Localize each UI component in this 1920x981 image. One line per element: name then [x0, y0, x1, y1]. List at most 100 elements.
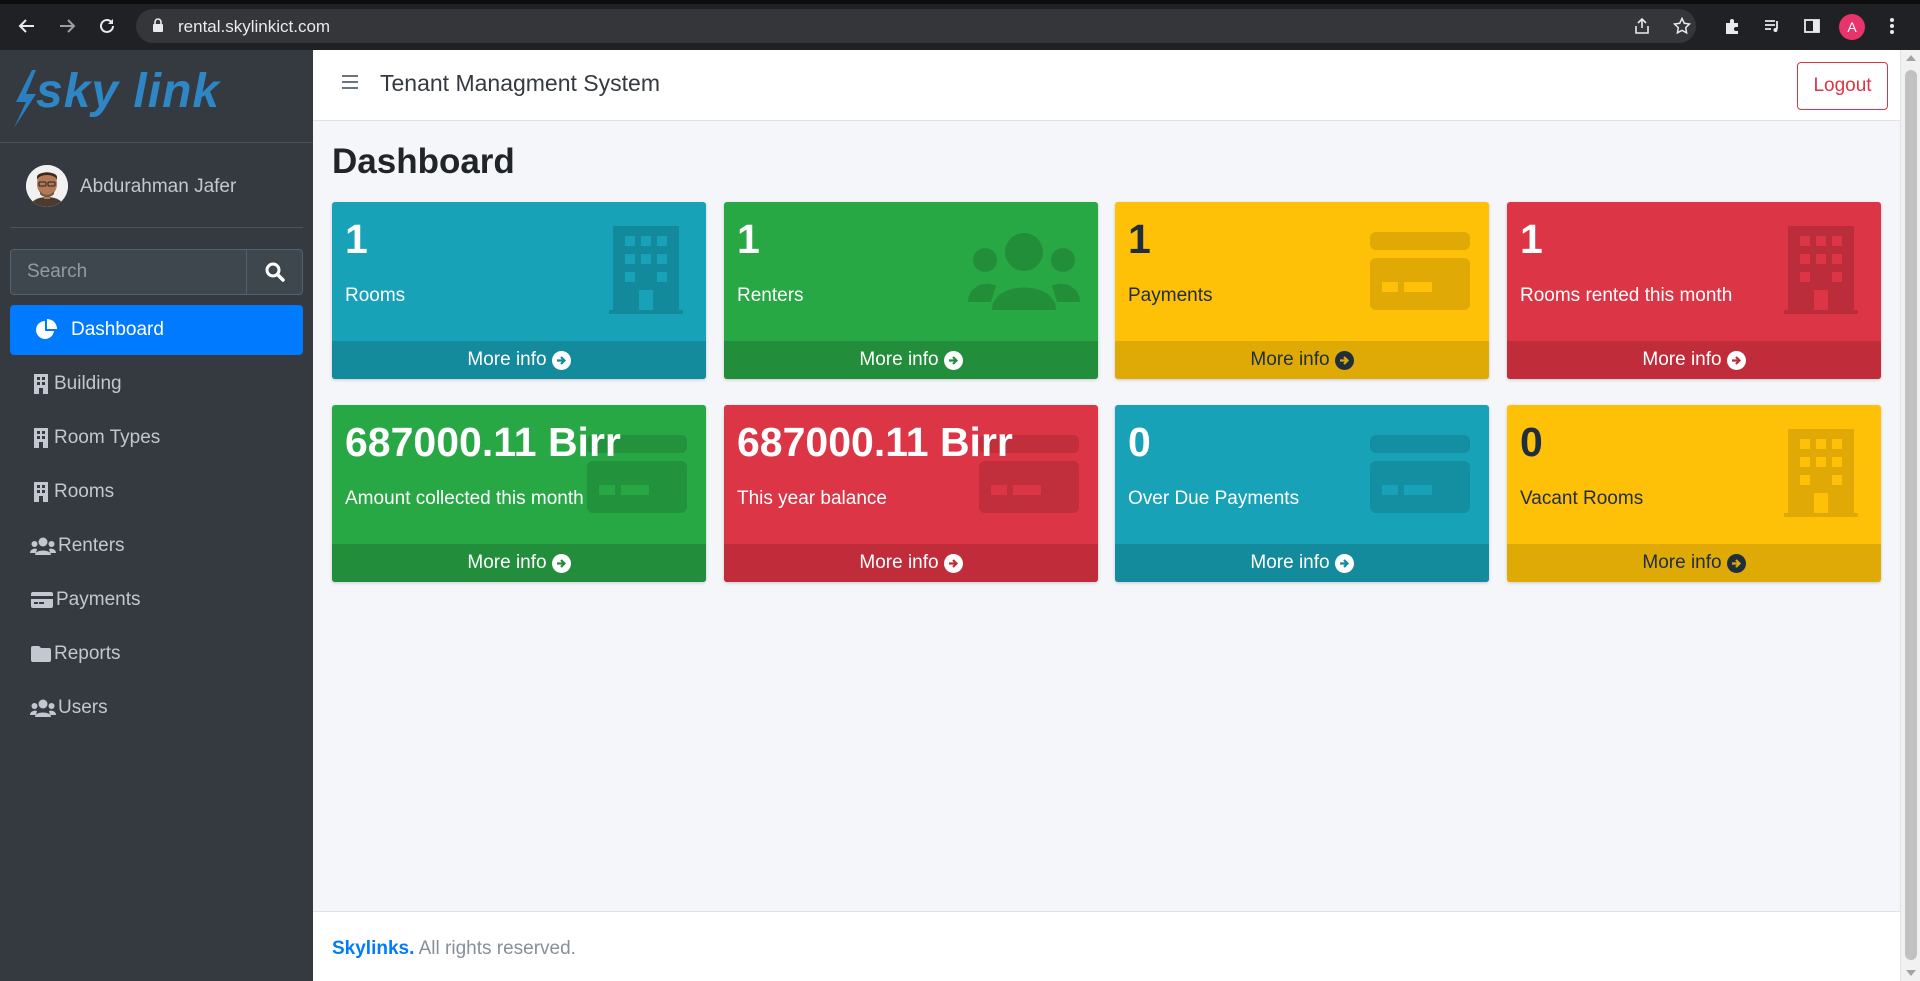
- stat-box-rooms-rented: 1 Rooms rented this month More info: [1507, 202, 1881, 379]
- profile-avatar[interactable]: A: [1839, 14, 1865, 40]
- sidebar-item-reports[interactable]: Reports: [10, 629, 303, 679]
- credit-card-icon: [1370, 232, 1470, 310]
- stat-box-amount-collected: 687000.11 Birr Amount collected this mon…: [332, 405, 706, 582]
- user-panel[interactable]: Abdurahman Jafer: [10, 143, 303, 228]
- stat-value: 1: [1520, 216, 1543, 262]
- back-icon[interactable]: [12, 12, 42, 40]
- scroll-thumb[interactable]: [1905, 70, 1917, 960]
- stat-value: 1: [1128, 216, 1151, 262]
- sidebar-item-rooms[interactable]: Rooms: [10, 467, 303, 517]
- more-info-link[interactable]: More info: [1507, 341, 1881, 379]
- more-info-link[interactable]: More info: [724, 544, 1098, 582]
- sidebar-item-label: Dashboard: [71, 319, 164, 340]
- media-icon[interactable]: [1758, 12, 1786, 40]
- reload-icon[interactable]: [92, 12, 122, 40]
- search-button[interactable]: [246, 249, 303, 295]
- stat-box-rooms: 1 Rooms More info: [332, 202, 706, 379]
- app-title[interactable]: Tenant Managment System: [380, 70, 660, 97]
- more-info-label: More info: [467, 349, 547, 370]
- building-icon: [30, 481, 52, 503]
- search-input[interactable]: [10, 249, 246, 295]
- stat-value: 687000.11 Birr: [345, 419, 621, 465]
- building-icon: [30, 427, 52, 449]
- sidebar-item-label: Renters: [58, 535, 125, 556]
- footer-rights: All rights reserved.: [414, 938, 576, 959]
- sidebar-item-dashboard[interactable]: Dashboard: [10, 305, 303, 355]
- more-info-label: More info: [1250, 349, 1330, 370]
- more-info-link[interactable]: More info: [1507, 544, 1881, 582]
- logout-button[interactable]: Logout: [1797, 62, 1888, 110]
- sidebar-item-label: Reports: [54, 643, 121, 664]
- avatar: [26, 165, 68, 207]
- building-icon: [1784, 429, 1858, 517]
- sidebar-item-room-types[interactable]: Room Types: [10, 413, 303, 463]
- sidebar-item-payments[interactable]: Payments: [10, 575, 303, 625]
- stat-value: 687000.11 Birr: [737, 419, 1013, 465]
- stat-box-renters: 1 Renters More info: [724, 202, 1098, 379]
- credit-card-icon: [30, 589, 54, 611]
- scroll-up-icon[interactable]: [1906, 55, 1916, 61]
- stat-value: 0: [1520, 419, 1543, 465]
- users-icon: [968, 233, 1080, 310]
- sidebar-search: [10, 249, 303, 295]
- credit-card-icon: [1370, 435, 1470, 513]
- address-bar[interactable]: rental.skylinkict.com: [136, 9, 1696, 43]
- more-info-link[interactable]: More info: [1115, 544, 1489, 582]
- bookmark-star-icon[interactable]: [1668, 12, 1696, 40]
- sidebar-item-renters[interactable]: Renters: [10, 521, 303, 571]
- stat-box-payments: 1 Payments More info: [1115, 202, 1489, 379]
- tab-strip: [0, 0, 1920, 4]
- users-icon: [30, 697, 56, 719]
- arrow-circle-right-icon: [1334, 553, 1354, 573]
- sidebar-item-label: Users: [58, 697, 108, 718]
- sidebar-item-label: Payments: [56, 589, 141, 610]
- scroll-down-icon[interactable]: [1906, 970, 1916, 976]
- sidebar-nav: Dashboard Building Room Types Rooms Rent…: [10, 305, 303, 737]
- building-icon: [1784, 226, 1858, 314]
- more-info-link[interactable]: More info: [724, 341, 1098, 379]
- building-icon: [30, 373, 52, 395]
- brand-link[interactable]: sky link: [0, 50, 313, 143]
- extensions-icon[interactable]: [1718, 12, 1746, 40]
- stat-value: 1: [345, 216, 368, 262]
- arrow-circle-right-icon: [1334, 350, 1354, 370]
- top-navbar: Tenant Managment System Logout: [313, 50, 1900, 121]
- more-info-link[interactable]: More info: [332, 341, 706, 379]
- stat-box-year-balance: 687000.11 Birr This year balance More in…: [724, 405, 1098, 582]
- stat-label: This year balance: [737, 488, 887, 509]
- page-scrollbar[interactable]: [1900, 50, 1920, 981]
- more-info-label: More info: [1642, 552, 1722, 573]
- arrow-circle-right-icon: [551, 350, 571, 370]
- arrow-circle-right-icon: [551, 553, 571, 573]
- building-icon: [609, 226, 683, 314]
- stat-label: Vacant Rooms: [1520, 488, 1644, 509]
- more-info-label: More info: [859, 349, 939, 370]
- forward-icon[interactable]: [52, 12, 82, 40]
- menu-toggle-icon[interactable]: [341, 73, 365, 97]
- more-info-label: More info: [859, 552, 939, 573]
- sidebar-item-label: Room Types: [54, 427, 161, 448]
- arrow-circle-right-icon: [1726, 350, 1746, 370]
- stat-label: Amount collected this month: [345, 488, 584, 509]
- users-icon: [30, 535, 56, 557]
- share-icon[interactable]: [1628, 12, 1656, 40]
- chart-pie-icon: [35, 319, 57, 341]
- stat-box-vacant-rooms: 0 Vacant Rooms More info: [1507, 405, 1881, 582]
- stat-box-overdue-payments: 0 Over Due Payments More info: [1115, 405, 1489, 582]
- more-info-link[interactable]: More info: [1115, 341, 1489, 379]
- footer-text: Skylinks. All rights reserved.: [332, 938, 576, 960]
- footer-brand-link[interactable]: Skylinks.: [332, 938, 414, 959]
- stat-label: Rooms rented this month: [1520, 285, 1733, 306]
- page-footer: Skylinks. All rights reserved.: [313, 911, 1900, 981]
- brand-name: sky link: [36, 65, 221, 118]
- sidebar-item-building[interactable]: Building: [10, 359, 303, 409]
- user-name[interactable]: Abdurahman Jafer: [80, 176, 236, 198]
- menu-dots-icon[interactable]: [1878, 12, 1906, 40]
- sidebar-item-users[interactable]: Users: [10, 683, 303, 733]
- stat-label: Payments: [1128, 285, 1213, 306]
- more-info-link[interactable]: More info: [332, 544, 706, 582]
- side-panel-icon[interactable]: [1798, 12, 1826, 40]
- stat-label: Renters: [737, 285, 804, 306]
- stat-label: Over Due Payments: [1128, 488, 1300, 509]
- arrow-circle-right-icon: [943, 553, 963, 573]
